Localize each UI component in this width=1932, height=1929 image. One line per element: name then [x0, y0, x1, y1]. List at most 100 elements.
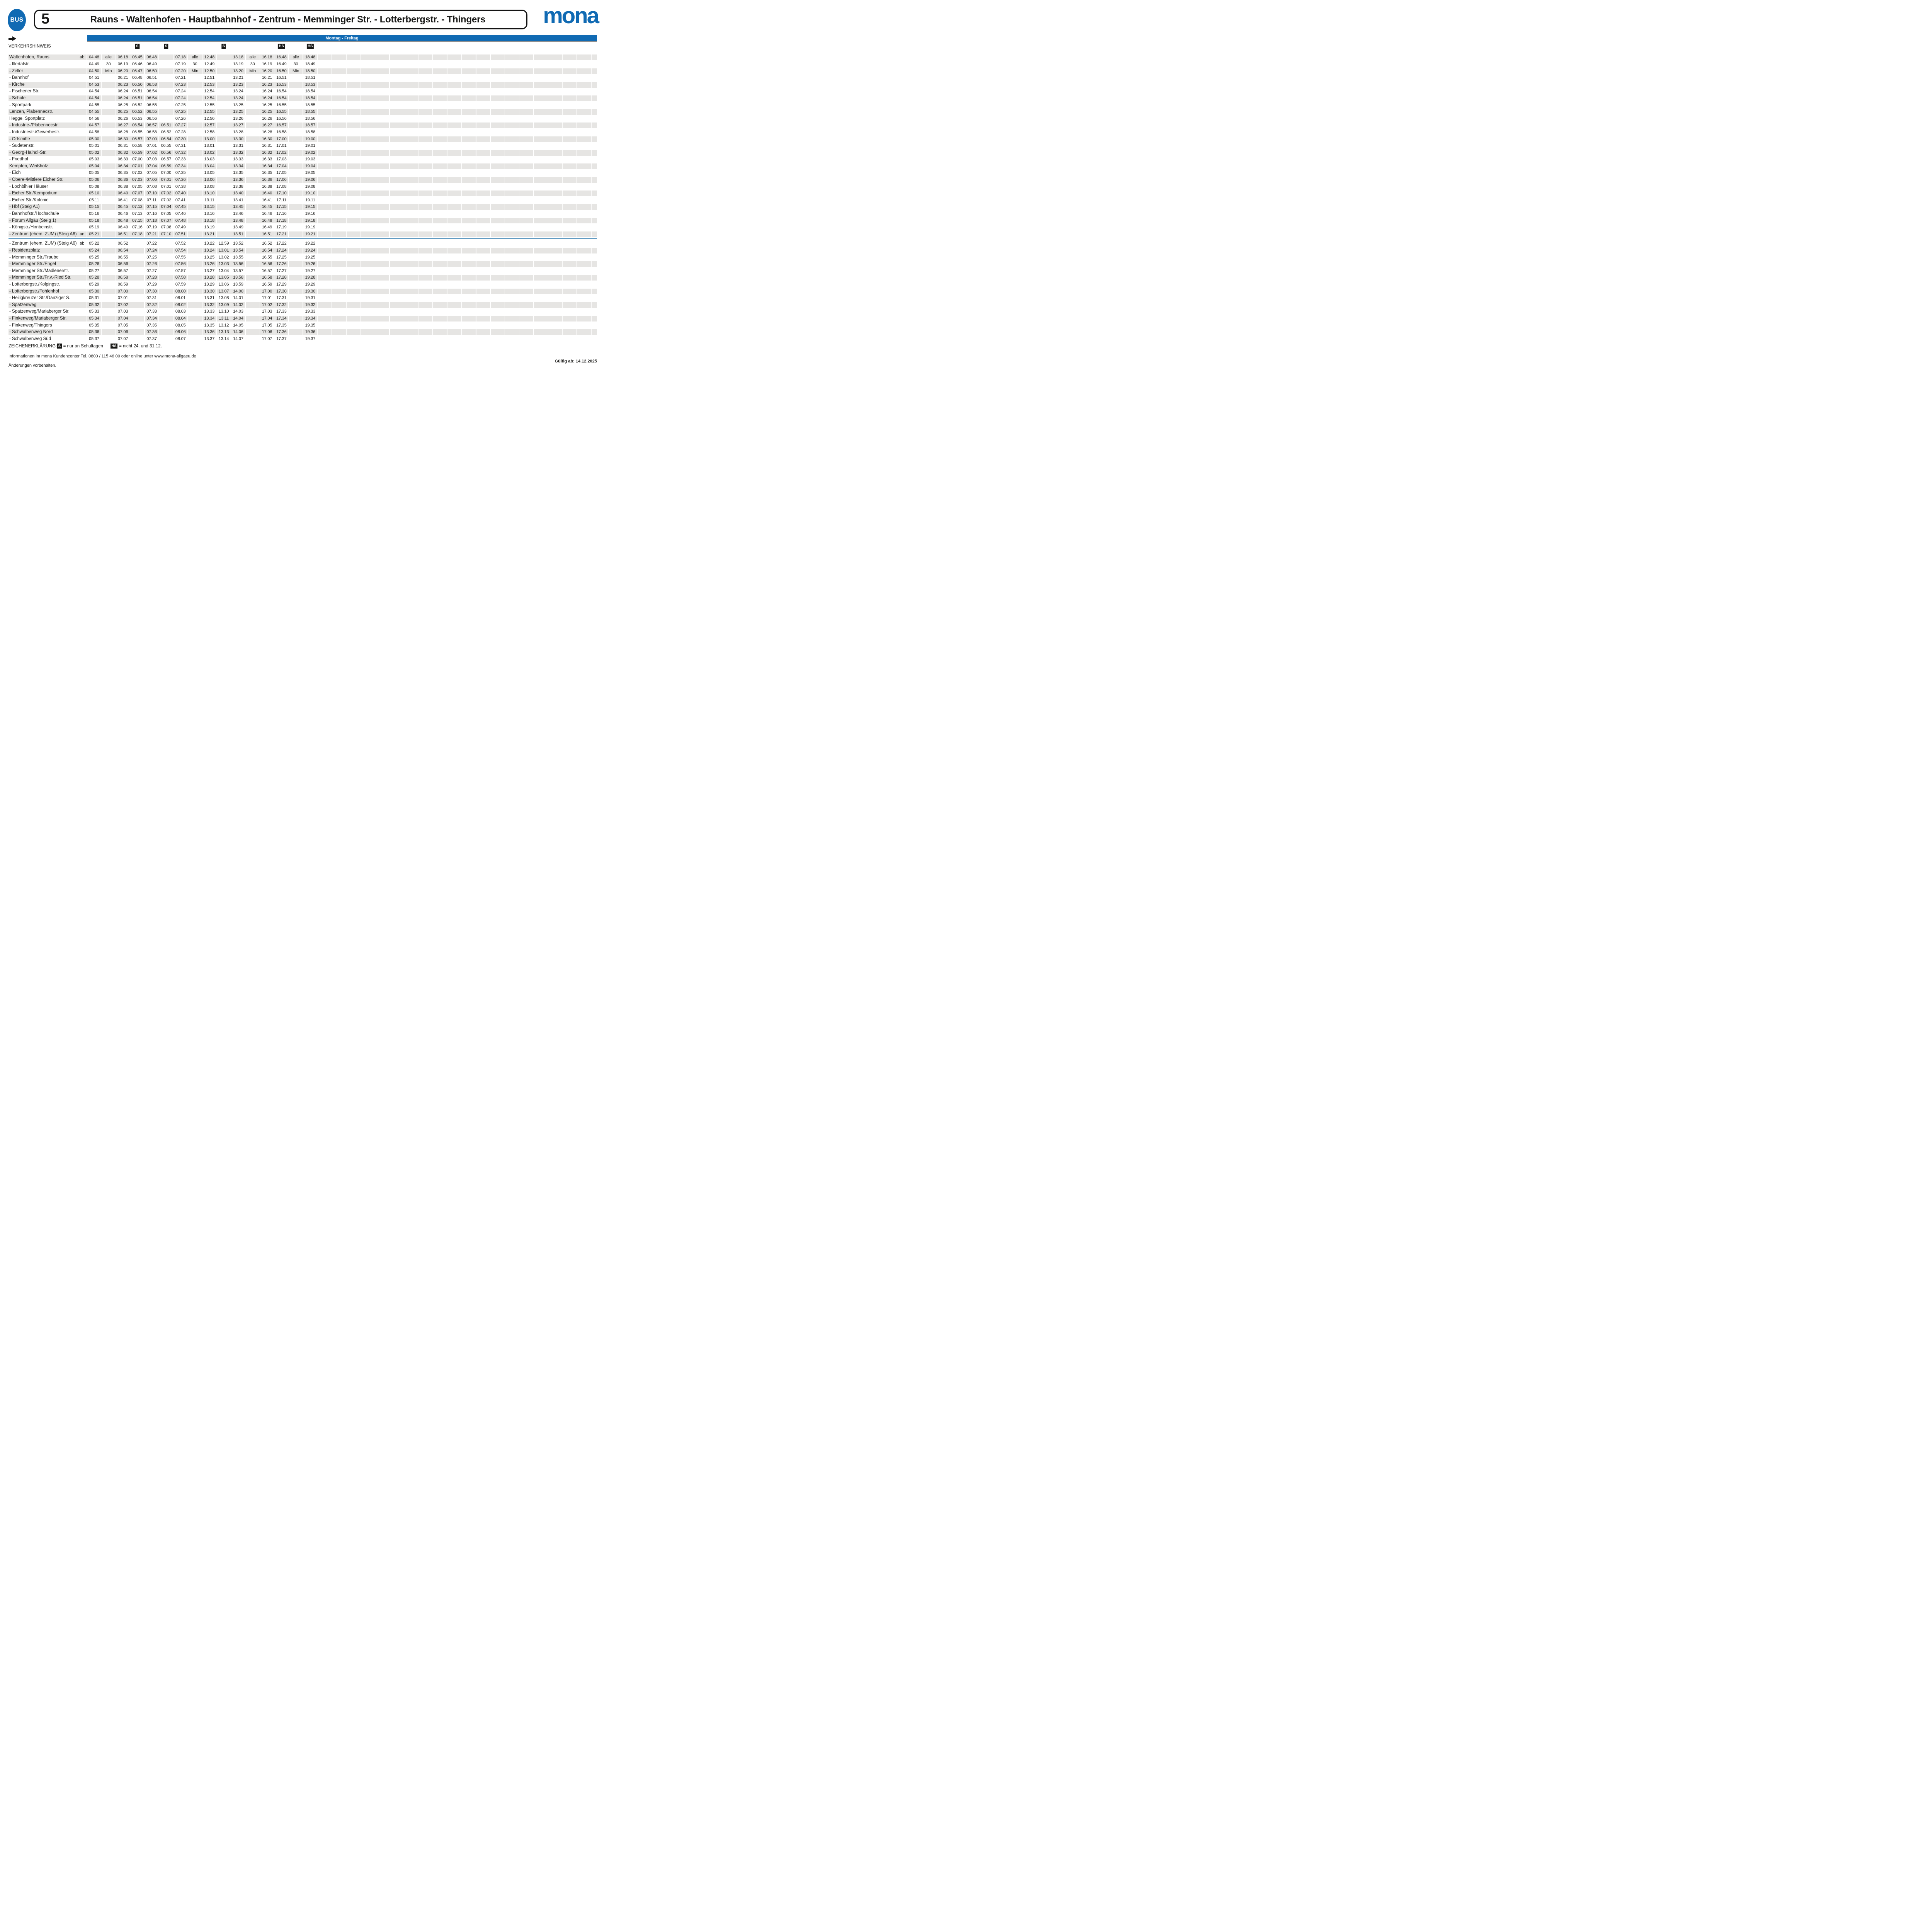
- time-cell: 05.05: [87, 170, 101, 176]
- time-cell: 05.22: [87, 241, 101, 247]
- time-cell: 13.29: [202, 282, 216, 287]
- empty-cell: [375, 54, 389, 60]
- empty-cell: [491, 268, 505, 274]
- empty-cell: [390, 241, 404, 247]
- empty-cell: [534, 129, 548, 135]
- time-cell: [217, 102, 231, 108]
- time-cell: [289, 122, 303, 128]
- time-cell: 13.59: [231, 282, 245, 287]
- time-cell: 17.11: [274, 197, 288, 203]
- time-cell: 16.55: [274, 102, 288, 108]
- empty-cell: [519, 184, 533, 190]
- time-cell: alle: [102, 54, 116, 60]
- empty-cell: [592, 275, 597, 281]
- time-cell: 07.22: [145, 241, 159, 247]
- empty-cell: [577, 136, 591, 142]
- empty-cell: [491, 329, 505, 335]
- empty-cell: [447, 163, 461, 169]
- empty-cell: [418, 170, 432, 176]
- time-cell: [188, 156, 202, 162]
- empty-cell: [577, 184, 591, 190]
- time-cell: 06.54: [145, 88, 159, 94]
- empty-cell: [462, 336, 476, 342]
- route-header-box: 5 Rauns - Waltenhofen - Hauptbahnhof - Z…: [34, 10, 527, 29]
- empty-cell: [433, 261, 447, 267]
- time-cell: 19.11: [303, 197, 317, 203]
- time-cell: 18.53: [303, 82, 317, 88]
- time-cell: 07.21: [145, 231, 159, 237]
- empty-cell: [462, 68, 476, 74]
- empty-cell: [332, 204, 346, 210]
- empty-cell: [548, 177, 562, 183]
- empty-cell: [548, 170, 562, 176]
- table-row: - Industriestr./Gewerbestr.04.5806.2806.…: [9, 129, 597, 136]
- empty-cell: [418, 150, 432, 156]
- time-cell: [289, 261, 303, 267]
- time-cell: 05.36: [87, 329, 101, 335]
- time-cell: [246, 95, 260, 101]
- time-cell: 07.33: [173, 156, 187, 162]
- time-cell: [188, 261, 202, 267]
- service-days-label: Montag - Freitag: [325, 36, 359, 41]
- empty-cell: [418, 75, 432, 81]
- empty-cell: [404, 302, 418, 308]
- empty-cell: [476, 225, 490, 230]
- time-cell: 16.25: [260, 109, 274, 115]
- empty-cell: [447, 323, 461, 328]
- empty-cell: [404, 88, 418, 94]
- time-cell: 06.41: [116, 197, 130, 203]
- empty-cell: [447, 170, 461, 176]
- stop-name: - Zentrum (ehem. ZUM) (Steig A6): [9, 241, 77, 247]
- empty-cell: [318, 323, 332, 328]
- time-cell: [130, 289, 144, 294]
- time-cell: 07.59: [173, 282, 187, 287]
- empty-cell: [563, 122, 577, 128]
- time-cell: 06.54: [116, 248, 130, 253]
- empty-cell: [390, 204, 404, 210]
- empty-cell: [505, 129, 519, 135]
- time-cell: 08.01: [173, 295, 187, 301]
- table-row: - Eicher Str./Kolonie05.1106.4107.0807.1…: [9, 197, 597, 204]
- empty-cell: [332, 309, 346, 315]
- time-cell: 07.19: [145, 225, 159, 230]
- time-cell: [188, 88, 202, 94]
- stop-name-cell: - Spatzenweg: [9, 302, 87, 308]
- time-cell: [188, 225, 202, 230]
- time-cell: 07.08: [145, 184, 159, 190]
- stop-name: - Kirche: [9, 82, 25, 88]
- time-cell: 13.13: [217, 329, 231, 335]
- empty-cell: [433, 268, 447, 274]
- time-cell: 17.24: [274, 248, 288, 253]
- time-cell: 07.03: [145, 156, 159, 162]
- empty-cell: [347, 150, 361, 156]
- empty-cell: [447, 191, 461, 196]
- empty-cell: [332, 122, 346, 128]
- stop-name: - Bahnhof: [9, 75, 29, 81]
- time-cell: [246, 218, 260, 224]
- time-cell: [102, 323, 116, 328]
- empty-cell: [519, 75, 533, 81]
- time-cell: 16.24: [260, 95, 274, 101]
- time-cell: 17.01: [260, 295, 274, 301]
- empty-cell: [433, 54, 447, 60]
- empty-cell: [592, 88, 597, 94]
- empty-cell: [347, 323, 361, 328]
- empty-cell: [433, 109, 447, 115]
- time-cell: 13.49: [231, 225, 245, 230]
- time-cell: 06.30: [116, 136, 130, 142]
- empty-cell: [433, 150, 447, 156]
- empty-cell: [375, 295, 389, 301]
- empty-cell: [418, 241, 432, 247]
- empty-cell: [447, 309, 461, 315]
- empty-cell: [361, 88, 375, 94]
- time-cell: 17.04: [260, 316, 274, 322]
- time-cell: 07.02: [130, 170, 144, 176]
- time-cell: [289, 150, 303, 156]
- time-cell: 07.18: [130, 231, 144, 237]
- empty-cell: [390, 282, 404, 287]
- empty-cell: [433, 122, 447, 128]
- time-cell: 17.27: [274, 268, 288, 274]
- stop-name: - Königstr./Hirnbeinstr.: [9, 225, 53, 230]
- empty-cell: [548, 275, 562, 281]
- empty-cell: [534, 309, 548, 315]
